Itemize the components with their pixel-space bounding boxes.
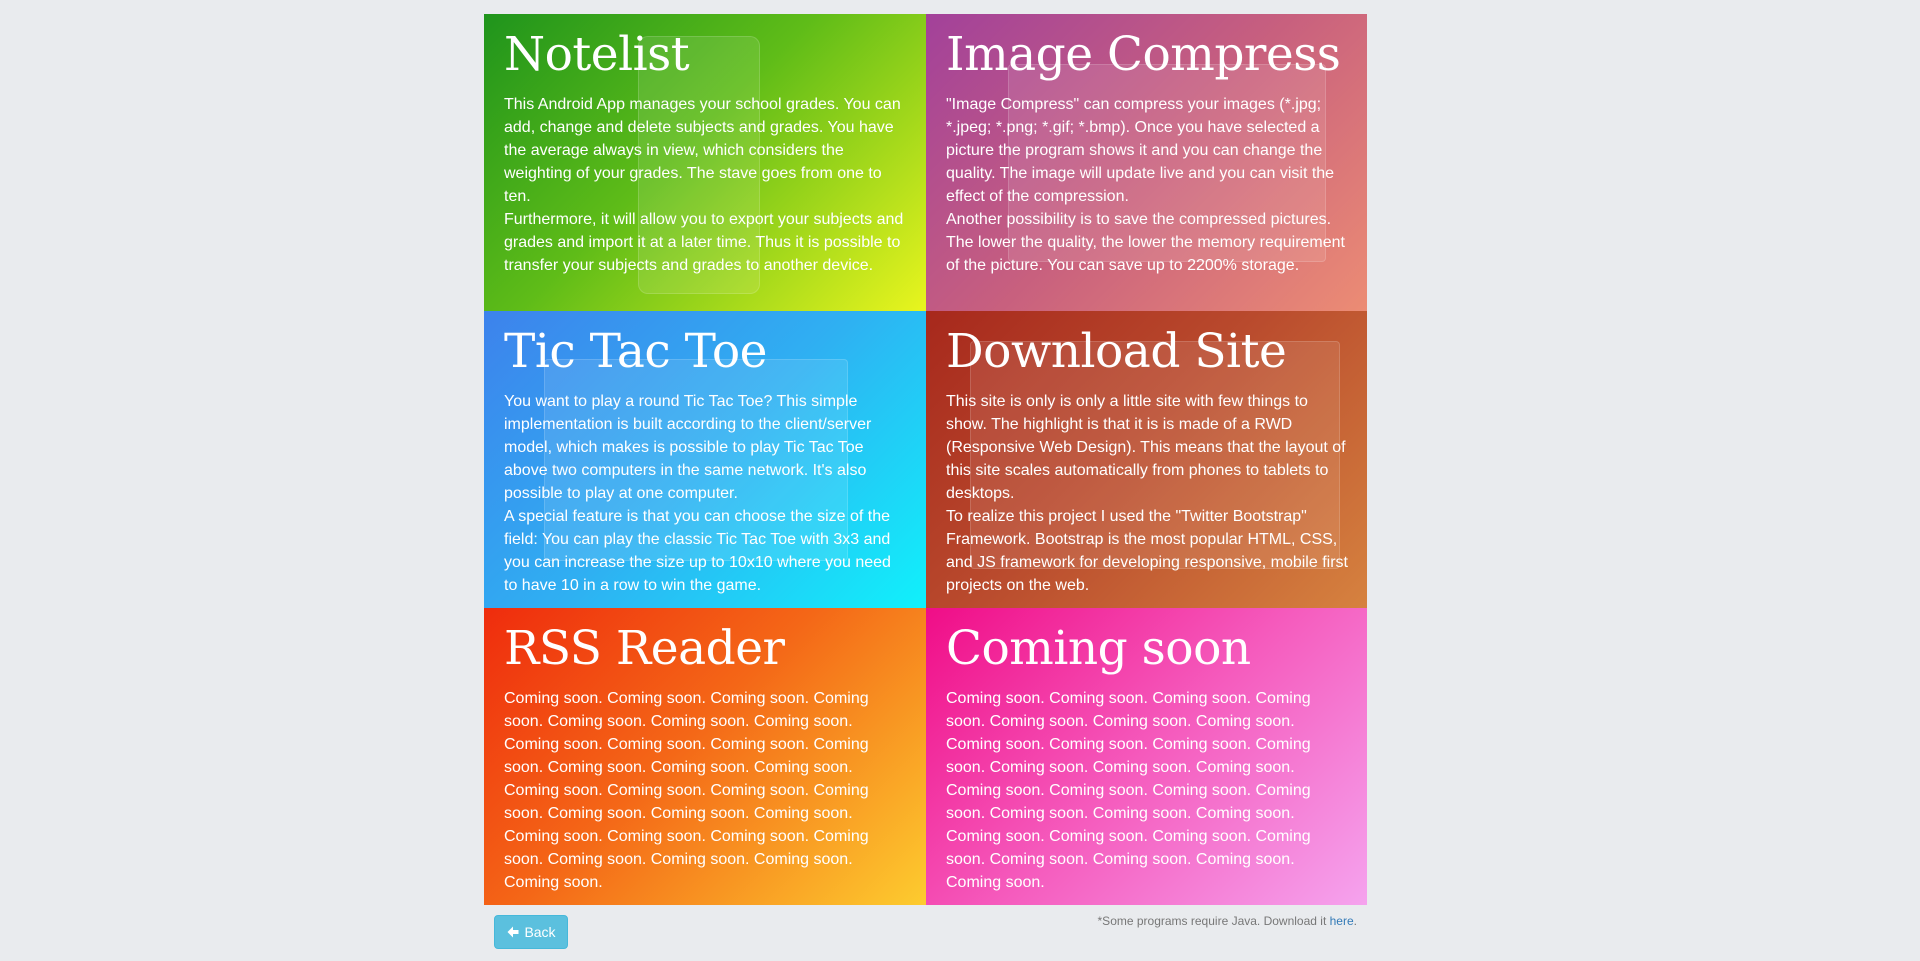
footnote-text: *Some programs require Java. Download it xyxy=(1097,914,1330,928)
project-description: This site is only is only a little site … xyxy=(946,393,1346,502)
project-title: Notelist xyxy=(504,27,690,82)
project-description: This Android App manages your school gra… xyxy=(504,96,901,205)
project-tile-notelist[interactable]: Notelist This Android App manages your s… xyxy=(484,14,926,311)
project-description: Another possibility is to save the compr… xyxy=(946,211,1345,274)
project-title: Tic Tac Toe xyxy=(504,324,767,379)
project-title: Image Compress xyxy=(946,27,1341,82)
project-description: Furthermore, it will allow you to export… xyxy=(504,211,904,274)
project-description: "Image Compress" can compress your image… xyxy=(946,96,1335,205)
project-tile-image-compress[interactable]: Image Compress "Image Compress" can comp… xyxy=(926,14,1367,311)
project-description: Coming soon. Coming soon. Coming soon. C… xyxy=(504,690,869,891)
project-grid: Notelist This Android App manages your s… xyxy=(484,14,1367,905)
project-tile-download-site[interactable]: Download Site This site is only is only … xyxy=(926,311,1367,608)
project-description: To realize this project I used the "Twit… xyxy=(946,508,1348,594)
project-description: You want to play a round Tic Tac Toe? Th… xyxy=(504,393,872,502)
footnote-end: . xyxy=(1353,914,1357,928)
back-button[interactable]: Back xyxy=(494,915,568,949)
project-tile-coming-soon[interactable]: Coming soon Coming soon. Coming soon. Co… xyxy=(926,608,1367,905)
project-title: RSS Reader xyxy=(504,621,785,676)
arrow-left-icon xyxy=(507,926,519,938)
back-button-label: Back xyxy=(524,924,556,940)
project-title: Coming soon xyxy=(946,621,1251,676)
project-tile-rss-reader[interactable]: RSS Reader Coming soon. Coming soon. Com… xyxy=(484,608,926,905)
project-tile-tic-tac-toe[interactable]: Tic Tac Toe You want to play a round Tic… xyxy=(484,311,926,608)
java-footnote: *Some programs require Java. Download it… xyxy=(1098,914,1357,928)
project-title: Download Site xyxy=(946,324,1287,379)
project-description: Coming soon. Coming soon. Coming soon. C… xyxy=(946,690,1311,891)
java-download-link[interactable]: here xyxy=(1330,914,1354,928)
project-description: A special feature is that you can choose… xyxy=(504,508,891,594)
